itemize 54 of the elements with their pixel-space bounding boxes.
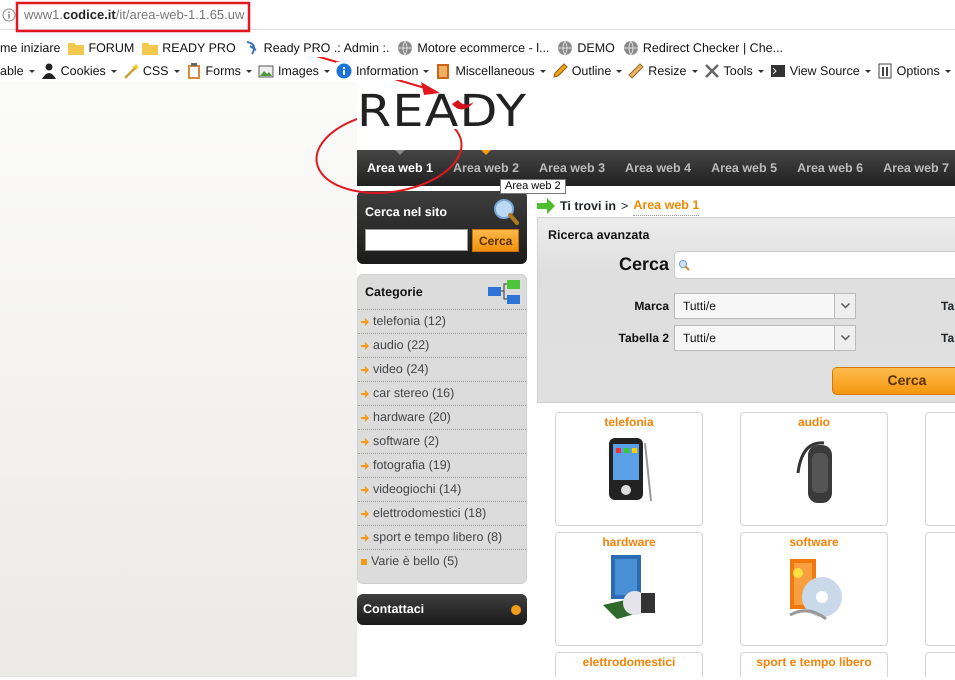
- search-button[interactable]: Cerca: [832, 366, 955, 395]
- nav-tab[interactable]: Area web 4: [615, 150, 702, 186]
- toolbar-menu[interactable]: CSS: [122, 62, 180, 80]
- toolbar-menu[interactable]: Options: [876, 62, 951, 80]
- category-link[interactable]: audio (22): [358, 333, 526, 357]
- category-link[interactable]: software (2): [358, 429, 526, 453]
- panel-title: Cerca nel sito: [365, 204, 447, 221]
- toolbar-menu[interactable]: Outline: [552, 62, 622, 80]
- tile-title: hardware: [602, 535, 656, 549]
- bookmark-link[interactable]: Redirect Checker | Che...: [622, 38, 784, 58]
- field-label: Tabella 2: [618, 330, 670, 347]
- dropdown[interactable]: Tutti/e: [674, 292, 856, 319]
- toolbar-menu[interactable]: Miscellaneous: [435, 62, 546, 80]
- bookmark-link[interactable]: Ready PRO .: Admin :.: [244, 38, 390, 58]
- toolbar-menu[interactable]: Resize: [628, 62, 698, 80]
- breadcrumb-separator: >: [621, 198, 628, 215]
- category-link[interactable]: car stereo (16): [358, 381, 526, 405]
- panel-title: Ricerca avanzata: [548, 227, 650, 244]
- tile-title: sport e tempo libero: [756, 655, 872, 669]
- category-link[interactable]: Varie è bello (5): [358, 549, 526, 573]
- dropdown[interactable]: Tutti/e: [674, 324, 856, 351]
- category-link[interactable]: telefonia (12): [358, 309, 526, 333]
- nav-tab[interactable]: Area web 7: [873, 150, 955, 186]
- field-label: Cerca: [618, 253, 670, 276]
- tile-title: elettrodomestici: [582, 655, 676, 669]
- panel-title: Contattaci: [363, 601, 424, 618]
- category-link[interactable]: elettrodomestici (18): [358, 501, 526, 525]
- contact-panel[interactable]: Contattaci: [357, 594, 527, 625]
- category-link[interactable]: video (24): [358, 357, 526, 381]
- toolbar-menu[interactable]: Tools: [704, 62, 764, 80]
- search-button[interactable]: Cerca: [472, 229, 519, 252]
- nav-tab[interactable]: Area web 6: [787, 150, 874, 186]
- category-link[interactable]: fotografia (19): [358, 453, 526, 477]
- tile-title: software: [789, 535, 839, 549]
- bookmark-link[interactable]: Motore ecommerce - l...: [397, 38, 550, 58]
- logo-text[interactable]: READY: [357, 95, 528, 129]
- nav-tab[interactable]: Area web 1: [357, 150, 444, 186]
- category-link[interactable]: hardware (20): [358, 405, 526, 429]
- tile-title: telefonia: [604, 415, 654, 429]
- panel-title: Categorie: [365, 284, 423, 301]
- field-label: Ta: [941, 330, 954, 347]
- category-link[interactable]: sport e tempo libero (8): [358, 525, 526, 549]
- toolbar-menu[interactable]: Information: [336, 62, 430, 80]
- tile-title: audio: [798, 415, 830, 429]
- breadcrumb-label: Ti trovi in: [560, 198, 616, 215]
- url-text[interactable]: www1.codice.it/it/area-web-1.1.65.uw: [24, 4, 244, 24]
- bookmark-link[interactable]: DEMO: [557, 38, 615, 58]
- toolbar-menu[interactable]: Forms: [186, 62, 252, 80]
- field-label: Marca: [633, 298, 670, 315]
- category-link[interactable]: videogiochi (14): [358, 477, 526, 501]
- toolbar-menu[interactable]: Cookies: [40, 62, 117, 80]
- tooltip: Area web 2: [500, 179, 566, 194]
- nav-tab[interactable]: Area web 5: [701, 150, 788, 186]
- field-label: Ta: [941, 298, 954, 315]
